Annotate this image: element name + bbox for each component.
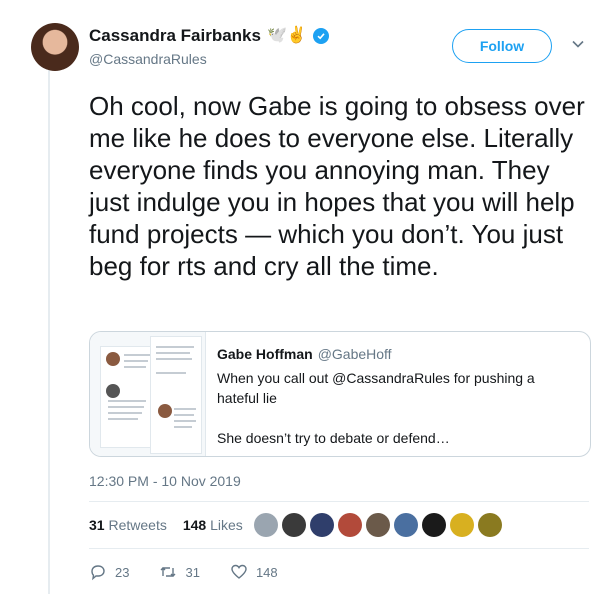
heart-icon	[231, 564, 247, 579]
liker-avatar[interactable]	[478, 513, 502, 537]
like-label: Likes	[210, 517, 243, 533]
quoted-tweet-text: When you call out @CassandraRules for pu…	[217, 370, 535, 446]
chevron-down-icon[interactable]	[571, 37, 585, 51]
author-name-row: Cassandra Fairbanks 🕊️✌️	[89, 26, 329, 46]
tweet-stats: 31 Retweets 148 Likes	[89, 517, 243, 533]
like-stat[interactable]: 148 Likes	[183, 517, 243, 533]
liker-avatar[interactable]	[422, 513, 446, 537]
divider	[89, 501, 589, 502]
liker-avatar[interactable]	[254, 513, 278, 537]
tweet-timestamp[interactable]: 12:30 PM - 10 Nov 2019	[89, 473, 241, 489]
quoted-author-row: Gabe Hoffman @GabeHoff	[217, 346, 392, 362]
reply-button[interactable]: 23	[89, 563, 129, 581]
quoted-tweet-thumbnail	[90, 332, 206, 456]
verified-badge-icon	[312, 28, 329, 44]
quoted-author-name: Gabe Hoffman	[217, 346, 313, 362]
author-name[interactable]: Cassandra Fairbanks	[89, 26, 261, 46]
follow-button[interactable]: Follow	[452, 29, 552, 63]
retweet-stat[interactable]: 31 Retweets	[89, 517, 167, 533]
divider	[89, 548, 589, 549]
liker-avatar[interactable]	[366, 513, 390, 537]
liker-avatar[interactable]	[338, 513, 362, 537]
like-action-count: 148	[255, 564, 278, 580]
reply-count: 23	[115, 564, 130, 580]
tweet: Cassandra Fairbanks 🕊️✌️ @CassandraRules…	[0, 0, 612, 594]
liker-avatar[interactable]	[394, 513, 418, 537]
thread-line	[48, 70, 50, 594]
tweet-text: Oh cool, now Gabe is going to obsess ove…	[89, 91, 585, 281]
liker-avatar[interactable]	[450, 513, 474, 537]
liker-avatar[interactable]	[310, 513, 334, 537]
like-button[interactable]: 148	[230, 563, 278, 581]
retweet-count: 31	[89, 517, 105, 533]
tweet-actions: 23 31 148	[89, 563, 308, 581]
quoted-author-handle: @GabeHoff	[317, 346, 392, 362]
author-handle[interactable]: @CassandraRules	[89, 51, 207, 67]
quoted-tweet-card[interactable]: Gabe Hoffman @GabeHoff When you call out…	[89, 331, 591, 457]
retweet-action-count: 31	[185, 564, 200, 580]
retweet-button[interactable]: 31	[159, 563, 200, 581]
retweet-icon	[160, 567, 176, 577]
like-count: 148	[182, 517, 207, 533]
author-emojis: 🕊️✌️	[266, 27, 307, 44]
liker-avatars	[254, 513, 502, 537]
reply-icon	[91, 565, 105, 581]
author-avatar[interactable]	[31, 23, 79, 71]
liker-avatar[interactable]	[282, 513, 306, 537]
retweet-label: Retweets	[108, 517, 167, 533]
